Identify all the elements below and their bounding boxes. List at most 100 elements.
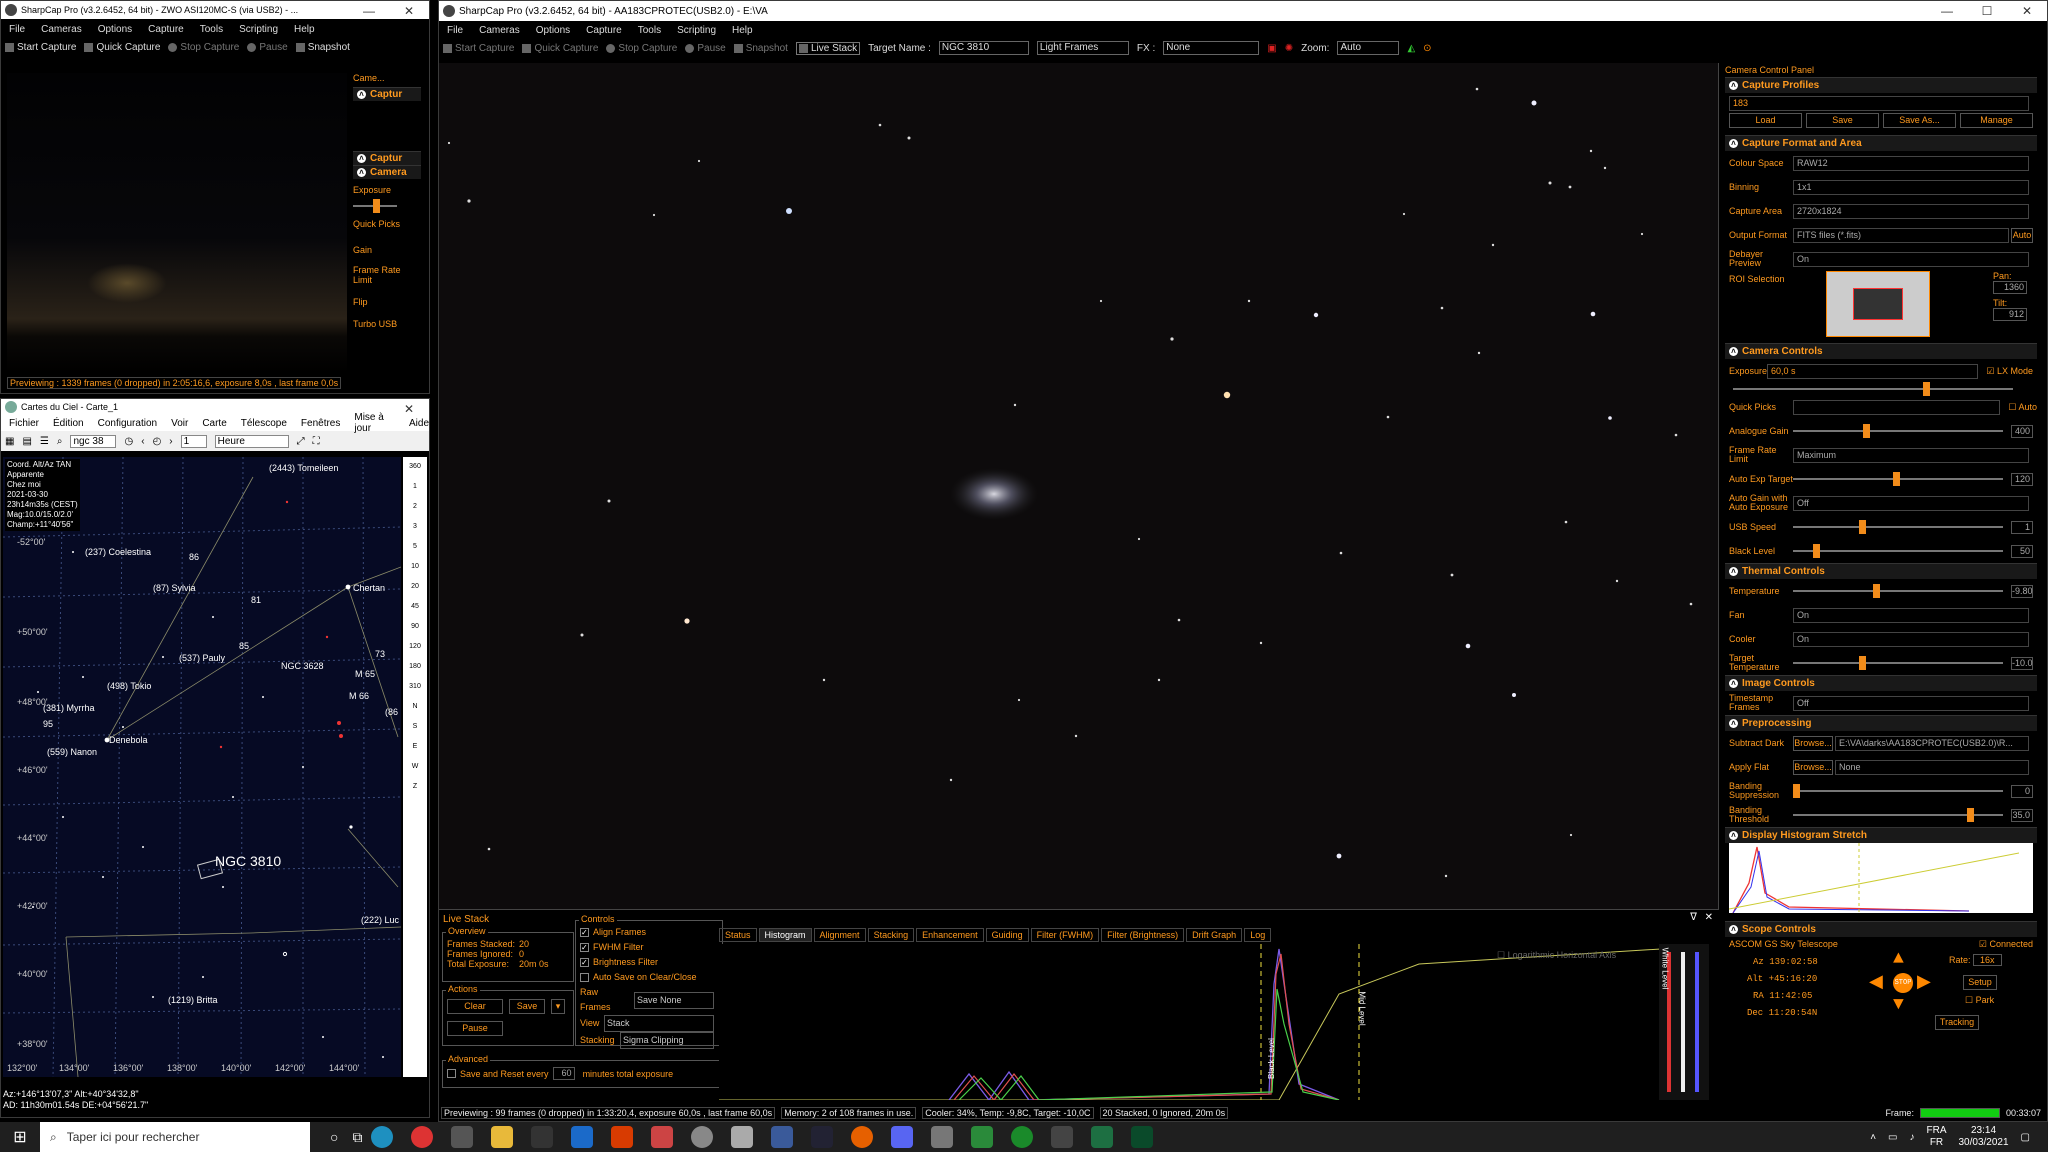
- step-input[interactable]: 1: [180, 434, 207, 448]
- edge-icon[interactable]: [371, 1126, 394, 1148]
- guide-exposure-slider[interactable]: [353, 199, 397, 213]
- browse-flat-button[interactable]: Browse...: [1793, 759, 1833, 775]
- taskbar-search-box[interactable]: ⌕ Taper ici pour rechercher: [40, 1122, 310, 1152]
- arrow-down-icon[interactable]: ▼: [1893, 995, 1904, 1015]
- fwhm-filter-checkbox[interactable]: ✓: [580, 943, 589, 952]
- close-icon[interactable]: ✕: [2007, 1, 2047, 21]
- pan-value[interactable]: 1360: [1993, 281, 2027, 294]
- usb-speed-value[interactable]: 1: [2011, 520, 2033, 534]
- connected-checkbox[interactable]: ☑ Connected: [1979, 939, 2033, 950]
- tracking-button[interactable]: Tracking: [1935, 1015, 1979, 1030]
- app-icon[interactable]: [931, 1126, 954, 1148]
- auto-exp-slider[interactable]: [1793, 472, 2003, 486]
- red-target-icon[interactable]: ✺: [1285, 43, 1293, 54]
- fov-5[interactable]: 5: [403, 537, 427, 557]
- scope-controls-header[interactable]: ˄ Scope Controls: [1725, 921, 2037, 937]
- view-west[interactable]: W: [403, 757, 427, 777]
- preprocessing-header[interactable]: ˄ Preprocessing: [1725, 715, 2037, 731]
- tab-log[interactable]: Log: [1244, 928, 1272, 942]
- menu-configuration[interactable]: Configuration: [98, 418, 157, 429]
- tilt-value[interactable]: 912: [1993, 308, 2027, 321]
- guide-camera-header[interactable]: ˄ Camera: [353, 165, 421, 179]
- auto-output-button[interactable]: Auto: [2011, 227, 2033, 243]
- menu-file[interactable]: File: [9, 24, 25, 35]
- banding-threshold-slider[interactable]: [1793, 808, 2003, 822]
- chart-label[interactable]: 86: [189, 552, 199, 562]
- chart-label[interactable]: 81: [251, 595, 261, 605]
- stack-histogram[interactable]: ☐ Logarithmic Horizontal Axis Black Leve…: [719, 944, 1710, 1102]
- binning-select[interactable]: 1x1: [1793, 179, 2029, 195]
- view-zenith[interactable]: Z: [403, 777, 427, 797]
- fov-10[interactable]: 10: [403, 557, 427, 577]
- tab-filter-fwhm[interactable]: Filter (FWHM): [1030, 928, 1100, 942]
- menu-capture[interactable]: Capture: [148, 24, 184, 35]
- quick-capture-button[interactable]: Quick Capture: [522, 43, 598, 54]
- fov-360[interactable]: 360: [403, 457, 427, 477]
- fov-310[interactable]: 310: [403, 677, 427, 697]
- menu-help[interactable]: Help: [732, 25, 753, 36]
- raw-frames-select[interactable]: Save None: [634, 991, 714, 1009]
- cooler-select[interactable]: On: [1793, 631, 2029, 647]
- gain-slider[interactable]: [1793, 424, 2003, 438]
- arrow-up-icon[interactable]: ▲: [1893, 949, 1904, 969]
- flat-select[interactable]: None: [1835, 759, 2029, 775]
- red-crosshair-icon[interactable]: ▣: [1267, 43, 1276, 54]
- save-as-profile-button[interactable]: Save As...: [1883, 113, 1956, 128]
- menu-capture[interactable]: Capture: [586, 25, 622, 36]
- app-icon[interactable]: [891, 1126, 914, 1148]
- capture-format-header[interactable]: ˄ Capture Format and Area: [1725, 135, 2037, 151]
- guide-image-view[interactable]: [7, 73, 347, 373]
- target-temp-value[interactable]: -10.0: [2011, 656, 2033, 670]
- fx-select[interactable]: None: [1163, 41, 1260, 55]
- app-icon[interactable]: [811, 1126, 834, 1148]
- save-dropdown-icon[interactable]: ▾: [551, 999, 565, 1014]
- forward-icon[interactable]: ›: [169, 436, 172, 447]
- minimize-icon[interactable]: —: [1927, 1, 1967, 21]
- output-format-select[interactable]: FITS files (*.fits): [1793, 227, 2009, 243]
- tab-status[interactable]: Status: [719, 928, 757, 942]
- store-icon[interactable]: [531, 1126, 554, 1148]
- task-view-icon[interactable]: ⧉: [352, 1129, 362, 1146]
- fullscreen-icon[interactable]: ⛶: [313, 436, 320, 447]
- menu-carte[interactable]: Carte: [202, 418, 226, 429]
- chart-label[interactable]: M 65: [355, 669, 375, 679]
- firefox-icon[interactable]: [851, 1126, 874, 1148]
- chart-label[interactable]: (1219) Britta: [168, 995, 218, 1005]
- target-temp-slider[interactable]: [1793, 656, 2003, 670]
- park-checkbox[interactable]: ☐ Park: [1965, 995, 1994, 1006]
- save-profile-button[interactable]: Save: [1806, 113, 1879, 128]
- menu-file[interactable]: File: [447, 25, 463, 36]
- quick-picks-select[interactable]: [1793, 399, 2001, 415]
- save-button[interactable]: Save: [509, 999, 545, 1014]
- pause-button[interactable]: Pause: [685, 43, 726, 54]
- chart-label[interactable]: (537) Pauly: [179, 653, 225, 663]
- colour-space-select[interactable]: RAW12: [1793, 155, 2029, 171]
- menu-fichier[interactable]: Fichier: [9, 418, 39, 429]
- app-icon[interactable]: [731, 1126, 754, 1148]
- chart-label[interactable]: (86: [385, 707, 398, 717]
- histogram-stretch-graph[interactable]: [1728, 843, 2033, 914]
- fov-20[interactable]: 20: [403, 577, 427, 597]
- clock-icon[interactable]: ◷: [124, 436, 133, 447]
- menu-edition[interactable]: Édition: [53, 418, 84, 429]
- network-icon[interactable]: ▭: [1888, 1132, 1897, 1143]
- rate-select[interactable]: 16x: [1973, 954, 2002, 966]
- black-level-value[interactable]: 50: [2011, 544, 2033, 558]
- close-icon[interactable]: ✕: [389, 1, 429, 19]
- pause-button[interactable]: Pause: [247, 42, 288, 53]
- menu-options[interactable]: Options: [536, 25, 570, 36]
- fov-90[interactable]: 90: [403, 617, 427, 637]
- fov-120[interactable]: 120: [403, 637, 427, 657]
- fov-3[interactable]: 3: [403, 517, 427, 537]
- banding-threshold-value[interactable]: 35.0: [2011, 808, 2033, 822]
- maximize-icon[interactable]: ☐: [1967, 1, 2007, 21]
- volume-icon[interactable]: ♪: [1909, 1132, 1914, 1143]
- fov-180[interactable]: 180: [403, 657, 427, 677]
- calendar-icon[interactable]: ▦: [5, 436, 14, 447]
- tab-guiding[interactable]: Guiding: [985, 928, 1029, 942]
- chart-label[interactable]: (2443) Tomeileen: [269, 463, 338, 473]
- chart-label[interactable]: 95: [43, 719, 53, 729]
- stacking-select[interactable]: Sigma Clipping: [620, 1032, 714, 1049]
- office-icon[interactable]: [611, 1126, 634, 1148]
- menu-telescope[interactable]: Télescope: [241, 418, 287, 429]
